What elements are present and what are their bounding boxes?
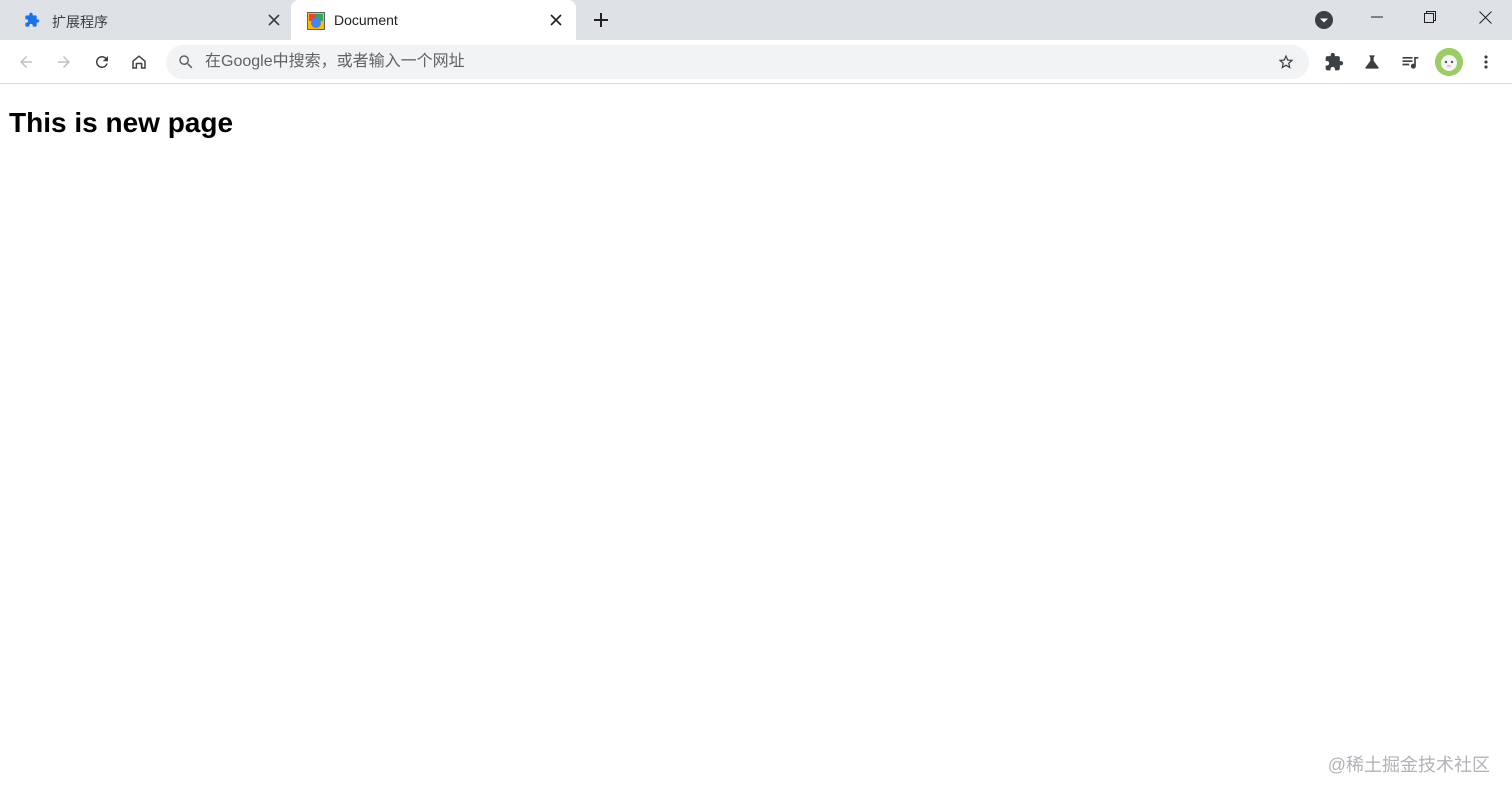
avatar-icon bbox=[1435, 48, 1463, 76]
home-icon bbox=[132, 55, 146, 69]
menu-button[interactable] bbox=[1472, 48, 1500, 76]
queue-music-icon bbox=[1402, 57, 1419, 69]
profile-avatar[interactable] bbox=[1435, 48, 1463, 76]
tab-document[interactable]: Document bbox=[291, 0, 576, 40]
tab-title: Document bbox=[334, 12, 398, 28]
page-heading: This is new page bbox=[9, 107, 234, 138]
flask-icon bbox=[1365, 55, 1379, 69]
tab-title: 扩展程序 bbox=[52, 14, 108, 30]
window-close-button[interactable] bbox=[1458, 0, 1512, 34]
back-button[interactable] bbox=[12, 48, 40, 76]
address-input[interactable] bbox=[205, 45, 1255, 79]
close-icon[interactable] bbox=[548, 12, 564, 28]
more-vert-icon bbox=[1484, 55, 1488, 69]
close-icon bbox=[1478, 10, 1492, 24]
chevron-down-circle-icon bbox=[1315, 11, 1333, 29]
close-icon[interactable] bbox=[266, 12, 282, 28]
plus-icon bbox=[594, 13, 608, 27]
tab-extensions[interactable]: 扩展程序 bbox=[0, 0, 291, 40]
new-tab-button[interactable] bbox=[589, 8, 613, 32]
labs-button[interactable] bbox=[1358, 48, 1386, 76]
puzzle-icon bbox=[24, 12, 40, 28]
reload-button[interactable] bbox=[88, 48, 116, 76]
tab-strip: 扩展程序 Document bbox=[0, 0, 1512, 40]
tab-search-button[interactable] bbox=[1313, 9, 1335, 31]
bookmark-star-icon[interactable] bbox=[1276, 52, 1296, 72]
address-bar[interactable] bbox=[166, 45, 1309, 79]
forward-button[interactable] bbox=[50, 48, 78, 76]
search-icon bbox=[177, 53, 195, 71]
minimize-button[interactable] bbox=[1350, 0, 1404, 34]
puzzle-icon bbox=[1325, 52, 1344, 71]
restore-icon bbox=[1424, 11, 1436, 23]
reload-icon bbox=[96, 56, 108, 68]
toolbar bbox=[0, 40, 1512, 84]
restore-button[interactable] bbox=[1403, 0, 1457, 34]
minimize-icon bbox=[1371, 16, 1383, 18]
document-favicon-icon bbox=[307, 12, 325, 30]
watermark: @稀土掘金技术社区 bbox=[1327, 755, 1490, 775]
home-button[interactable] bbox=[125, 48, 153, 76]
extensions-button[interactable] bbox=[1320, 48, 1348, 76]
media-controls-button[interactable] bbox=[1396, 48, 1424, 76]
browser-window: 扩展程序 Document 在Google中搜索，或者输入一个网址 This i… bbox=[0, 0, 1512, 799]
page-content: This is new page @稀土掘金技术社区 bbox=[0, 84, 1512, 799]
arrow-right-icon bbox=[58, 56, 70, 68]
arrow-left-icon bbox=[20, 56, 32, 68]
